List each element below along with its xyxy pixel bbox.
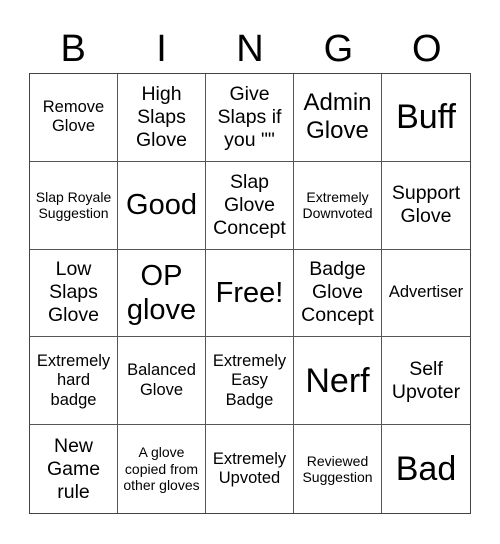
bingo-cell[interactable]: Bad: [382, 425, 470, 513]
bingo-grid: Remove Glove High Slaps Glove Give Slaps…: [29, 73, 471, 514]
bingo-cell[interactable]: Low Slaps Glove: [30, 249, 118, 338]
bingo-cell[interactable]: Extremely hard badge: [30, 337, 118, 426]
bingo-cell[interactable]: Slap Royale Suggestion: [30, 161, 118, 250]
bingo-cell[interactable]: Buff: [382, 74, 470, 162]
header-letter-i: I: [156, 28, 167, 70]
bingo-cell[interactable]: Slap Glove Concept: [206, 161, 294, 250]
bingo-cell[interactable]: Admin Glove: [294, 74, 382, 162]
header-letter-n: N: [236, 28, 264, 70]
bingo-cell[interactable]: Balanced Glove: [118, 337, 206, 426]
bingo-cell[interactable]: Good: [118, 161, 206, 250]
bingo-header: B I N G O: [29, 24, 471, 74]
bingo-cell[interactable]: Extremely Upvoted: [206, 425, 294, 513]
bingo-cell[interactable]: A glove copied from other gloves: [118, 425, 206, 513]
bingo-cell[interactable]: Nerf: [294, 337, 382, 426]
bingo-cell[interactable]: Extremely Downvoted: [294, 161, 382, 250]
header-letter-g: G: [323, 28, 354, 70]
bingo-cell[interactable]: Remove Glove: [30, 74, 118, 162]
bingo-cell[interactable]: Support Glove: [382, 162, 470, 250]
bingo-cell[interactable]: Self Upvoter: [382, 337, 470, 426]
bingo-cell[interactable]: High Slaps Glove: [118, 74, 206, 162]
bingo-cell[interactable]: Advertiser: [382, 250, 470, 338]
header-letter-b: B: [60, 28, 86, 70]
bingo-cell[interactable]: Give Slaps if you "": [206, 74, 294, 162]
bingo-cell[interactable]: New Game rule: [30, 425, 118, 513]
header-letter-o: O: [411, 28, 442, 70]
free-space-cell[interactable]: Free!: [206, 249, 294, 338]
bingo-cell[interactable]: Badge Glove Concept: [294, 249, 382, 338]
bingo-cell[interactable]: Extremely Easy Badge: [206, 337, 294, 426]
bingo-cell[interactable]: OP glove: [118, 249, 206, 338]
bingo-cell[interactable]: Reviewed Suggestion: [294, 425, 382, 513]
